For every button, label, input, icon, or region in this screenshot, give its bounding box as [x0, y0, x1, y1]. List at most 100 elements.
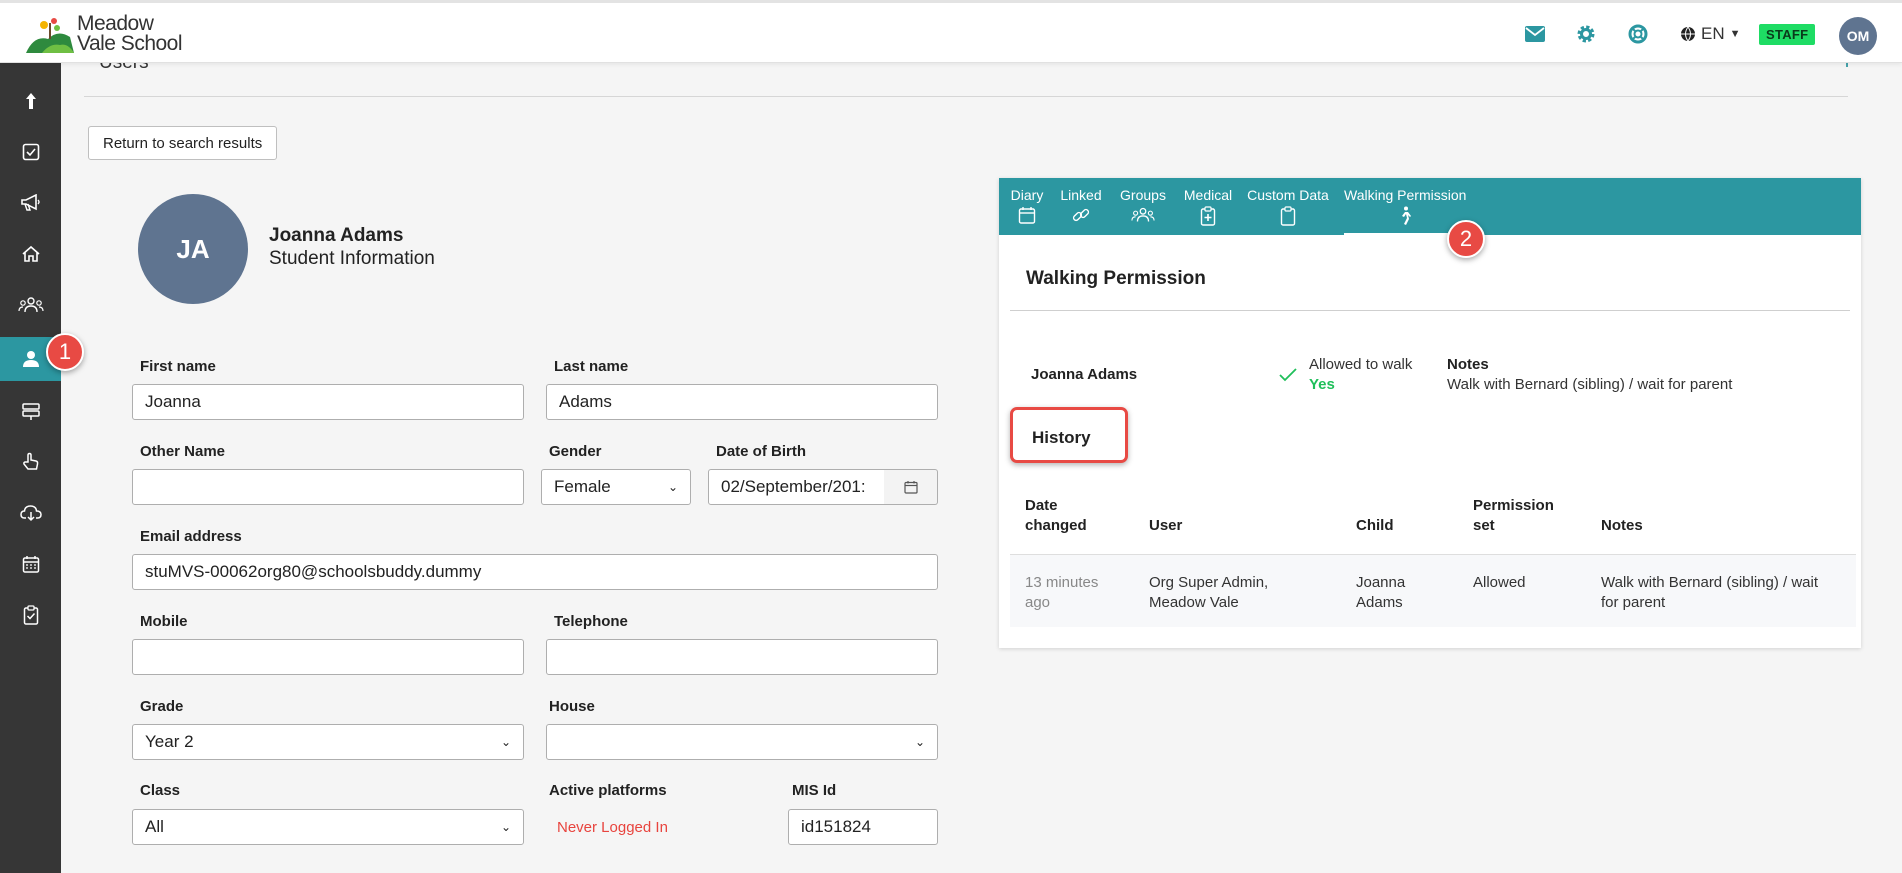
annotation-badge-2: 2: [1447, 220, 1485, 258]
user-avatar[interactable]: OM: [1839, 17, 1877, 55]
tab-diary[interactable]: Diary: [1009, 178, 1045, 235]
sidebar-item-announcements[interactable]: [0, 181, 61, 225]
tab-walking-permission-label: Walking Permission: [1344, 187, 1467, 203]
first-name-field[interactable]: Joanna: [132, 384, 524, 420]
sidebar-item-downloads[interactable]: [0, 491, 61, 535]
active-platforms-status: Never Logged In: [557, 819, 668, 836]
checkbox-icon: [22, 143, 39, 161]
sidebar-item-home[interactable]: [0, 232, 61, 276]
chevron-down-icon: ⌄: [667, 480, 678, 494]
mobile-label: Mobile: [140, 613, 188, 630]
dob-label: Date of Birth: [716, 443, 806, 460]
gender-value: Female: [554, 477, 611, 496]
row-notes-line1: Walk with Bernard (sibling) / wait: [1601, 574, 1819, 591]
section-divider: [84, 96, 1848, 97]
active-platforms-label: Active platforms: [549, 782, 667, 799]
gender-select[interactable]: Female ⌄: [541, 469, 691, 505]
telephone-label: Telephone: [554, 613, 628, 630]
row-user-line2: Meadow Vale: [1149, 594, 1239, 611]
school-logo[interactable]: Meadow Vale School: [24, 13, 184, 57]
mis-id-label: MIS Id: [792, 782, 837, 799]
sidebar-item-tasks[interactable]: [0, 130, 61, 174]
history-heading: History: [1032, 428, 1091, 447]
header-date-line1: Date: [1025, 497, 1058, 514]
first-name-label: First name: [140, 358, 216, 375]
other-name-field[interactable]: [132, 469, 524, 505]
sidebar-item-signpost[interactable]: [0, 389, 61, 433]
gear-icon[interactable]: [1574, 22, 1598, 46]
megaphone-icon: [20, 194, 40, 211]
language-label: EN: [1701, 24, 1725, 43]
walking-icon: [1402, 206, 1411, 225]
grade-select[interactable]: Year 2 ⌄: [132, 724, 524, 760]
logo-hills-icon: [26, 18, 74, 53]
class-value: All: [145, 817, 164, 836]
chevron-down-icon: ⌄: [500, 735, 511, 749]
tab-medical[interactable]: Medical: [1183, 178, 1233, 235]
header-permission-line2: set: [1473, 517, 1495, 534]
class-label: Class: [140, 782, 181, 799]
tab-groups-label: Groups: [1120, 187, 1166, 203]
gender-label: Gender: [549, 443, 602, 460]
logo-text-line2: Vale School: [77, 32, 183, 55]
lifebuoy-icon[interactable]: [1626, 22, 1650, 46]
house-label: House: [549, 698, 595, 715]
last-name-field[interactable]: Adams: [546, 384, 938, 420]
chevron-down-icon: ⌄: [914, 735, 925, 749]
hand-pointer-icon: [22, 452, 38, 470]
grade-label: Grade: [140, 698, 184, 715]
tab-walking-permission[interactable]: Walking Permission: [1344, 178, 1467, 237]
row-notes-line2: for parent: [1601, 594, 1666, 611]
row-notes: Walk with Bernard (sibling) / wait for p…: [1601, 573, 1818, 613]
tab-linked-label: Linked: [1060, 187, 1102, 203]
email-field[interactable]: stuMVS-00062org80@schoolsbuddy.dummy: [132, 554, 938, 590]
user-icon: [22, 351, 39, 367]
calendar-icon: [903, 481, 918, 494]
calendar-icon: [1018, 207, 1036, 224]
student-detail-panel: Diary Linked Groups Medical Custom Data …: [999, 178, 1861, 648]
class-select[interactable]: All ⌄: [132, 809, 524, 845]
staff-badge: STAFF: [1759, 24, 1816, 45]
row-permission: Allowed: [1473, 574, 1526, 591]
sidebar-item-groups[interactable]: [0, 283, 61, 327]
mobile-field[interactable]: [132, 639, 524, 675]
return-to-search-button[interactable]: Return to search results: [88, 126, 278, 160]
other-name-label: Other Name: [140, 443, 226, 460]
tab-custom-data[interactable]: Custom Data: [1247, 178, 1329, 235]
check-icon: [1279, 368, 1297, 382]
upload-icon: [25, 93, 36, 109]
tab-linked[interactable]: Linked: [1059, 178, 1103, 235]
dob-field[interactable]: 02/September/201:: [708, 469, 885, 505]
tab-groups[interactable]: Groups: [1119, 178, 1167, 235]
telephone-field[interactable]: [546, 639, 938, 675]
tab-custom-data-label: Custom Data: [1247, 187, 1329, 203]
student-avatar: JA: [138, 194, 248, 304]
language-selector[interactable]: EN ▼: [1680, 24, 1741, 44]
title-divider: [1010, 310, 1850, 311]
header-date-changed: Date changed: [1025, 496, 1087, 536]
sidebar-item-checklist[interactable]: [0, 593, 61, 637]
group-icon: [1131, 207, 1155, 222]
sidebar-item-upload[interactable]: [0, 79, 61, 123]
calendar-icon: [22, 556, 39, 573]
mis-id-field[interactable]: id151824: [788, 809, 938, 845]
header-user: User: [1149, 517, 1183, 534]
clipboard-check-icon: [23, 605, 38, 625]
row-child-line1: Joanna: [1356, 574, 1406, 591]
dob-calendar-button[interactable]: [884, 469, 938, 505]
student-subtitle: Student Information: [269, 248, 435, 269]
medical-clipboard-icon: [1200, 206, 1216, 226]
home-icon: [21, 245, 40, 262]
caret-down-icon: ▼: [1729, 28, 1741, 40]
walking-permission-title: Walking Permission: [1026, 268, 1206, 289]
row-date-line2: ago: [1025, 594, 1051, 611]
sidebar-item-calendar[interactable]: [0, 542, 61, 586]
globe-icon: [1681, 26, 1695, 42]
row-child: Joanna Adams: [1356, 573, 1405, 613]
allowed-to-walk-label: Allowed to walk: [1309, 356, 1413, 373]
house-select[interactable]: ⌄: [546, 724, 938, 760]
tab-medical-label: Medical: [1183, 187, 1233, 203]
mail-icon[interactable]: [1523, 22, 1547, 46]
sidebar-item-interact[interactable]: [0, 440, 61, 484]
clipboard-icon: [1280, 206, 1296, 226]
